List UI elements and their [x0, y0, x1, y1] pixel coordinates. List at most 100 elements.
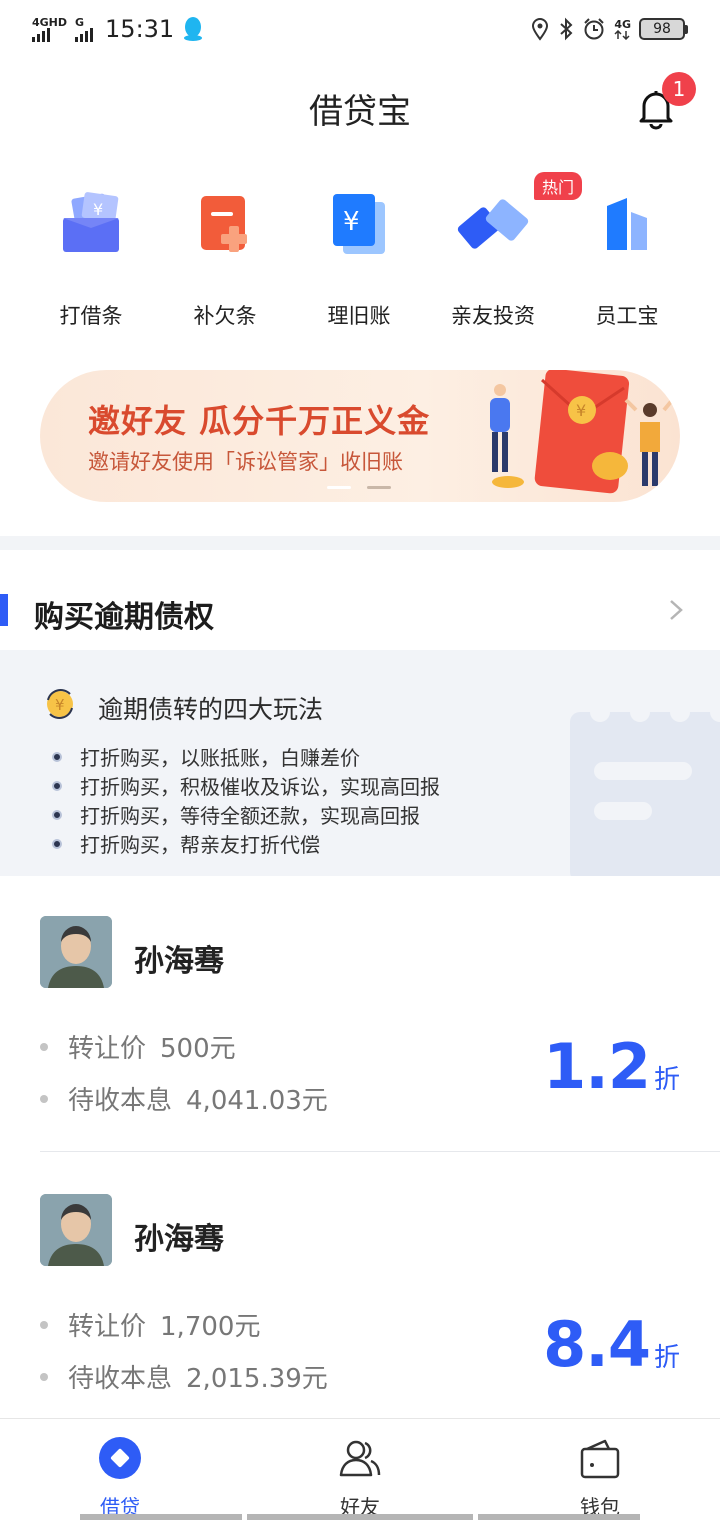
discount-unit: 折	[653, 1343, 680, 1373]
receivable-value: 4,041.03元	[186, 1086, 328, 1116]
overdue-debt-section-header[interactable]: 购买逾期债权	[0, 570, 720, 650]
signal-bars-icon	[75, 27, 94, 42]
section-accent-bar	[0, 594, 8, 626]
red-envelope-illustration-icon: ¥	[490, 370, 676, 494]
friends-icon	[339, 1440, 381, 1477]
lending-icon	[99, 1437, 141, 1479]
qq-penguin-icon	[184, 17, 203, 41]
banner-subtitle: 邀请好友使用「诉讼管家」收旧账	[88, 450, 403, 474]
quick-action-label: 员工宝	[595, 304, 659, 328]
status-bar: 4GHD G 15:31 4G 98	[0, 0, 720, 58]
debtor-name: 孙海骞	[134, 1222, 224, 1257]
decorative-receipt-icon	[570, 702, 720, 876]
battery-level: 98	[639, 18, 685, 40]
quick-action-old-accounts[interactable]: ¥ 理旧账	[292, 174, 426, 330]
network-label-3: 4G	[614, 17, 631, 31]
quick-action-employee[interactable]: 员工宝	[560, 174, 694, 330]
bullet-icon	[40, 1320, 48, 1329]
guide-item-text: 打折购买，帮亲友打折代偿	[80, 833, 320, 857]
section-separator	[0, 536, 720, 550]
banner-pager	[327, 486, 391, 489]
portrait-avatar-icon	[40, 916, 112, 988]
bullet-icon	[52, 838, 62, 849]
nav-tab-wallet[interactable]: 钱包	[480, 1419, 720, 1520]
svg-text:¥: ¥	[576, 401, 586, 420]
discount-value: 8.4	[543, 1308, 651, 1381]
guide-title: 逾期债转的四大玩法	[98, 695, 324, 724]
alarm-icon	[584, 18, 605, 40]
location-icon	[532, 18, 549, 41]
portrait-avatar-icon	[40, 1194, 112, 1266]
banner-title: 邀好友 瓜分千万正义金	[88, 402, 431, 440]
network-label-2: G	[75, 15, 85, 29]
employee-chart-icon	[607, 198, 647, 250]
promo-banner[interactable]: 邀好友 瓜分千万正义金 邀请好友使用「诉讼管家」收旧账 ¥	[40, 370, 680, 502]
guide-item: 打折购买，积极催收及诉讼，实现高回报	[52, 771, 440, 800]
discount-value: 1.2	[543, 1030, 651, 1103]
transfer-price-row: 转让价 500元	[40, 1028, 236, 1065]
bullet-icon	[52, 751, 62, 762]
guide-item-text: 打折购买，以账抵账，白赚差价	[80, 746, 360, 770]
receivable-label: 待收本息	[68, 1364, 173, 1394]
nav-tab-friends[interactable]: 好友	[240, 1419, 480, 1520]
guide-item: 打折购买，等待全额还款，实现高回报	[52, 800, 440, 829]
pager-dot-active	[327, 486, 351, 489]
transfer-price-label: 转让价	[68, 1034, 147, 1064]
notification-badge: 1	[662, 72, 696, 106]
transfer-price-label: 转让价	[68, 1312, 147, 1342]
handshake-icon	[457, 199, 529, 249]
debt-card[interactable]: 孙海骞 转让价 1,700元 待收本息 2,015.39元 8.4 折	[0, 1154, 720, 1430]
nav-tab-lending[interactable]: 借贷	[0, 1419, 240, 1520]
supplement-note-icon	[201, 196, 247, 252]
network-label-1: 4GHD	[32, 15, 68, 29]
svg-text:¥: ¥	[343, 207, 360, 237]
svg-text:¥: ¥	[55, 696, 65, 714]
svg-text:¥: ¥	[93, 200, 103, 219]
transfer-price-value: 500元	[160, 1034, 236, 1064]
bluetooth-icon	[560, 17, 573, 41]
app-header: 借贷宝	[0, 58, 720, 158]
quick-action-label: 打借条	[59, 304, 123, 328]
receivable-label: 待收本息	[68, 1086, 173, 1116]
quick-actions: ¥ 打借条 补欠条 ¥ 理旧账 热门 亲友投资 员工宝	[0, 172, 720, 334]
transfer-price-value: 1,700元	[160, 1312, 261, 1342]
gesture-bar	[247, 1514, 473, 1520]
battery-icon: 98	[639, 18, 688, 40]
page-title: 借贷宝	[309, 92, 411, 132]
bullet-icon	[40, 1042, 48, 1051]
chevron-right-icon[interactable]	[666, 598, 686, 622]
guide-list: 打折购买，以账抵账，白赚差价 打折购买，积极催收及诉讼，实现高回报 打折购买，等…	[52, 742, 440, 858]
guide-item: 打折购买，以账抵账，白赚差价	[52, 742, 440, 771]
gesture-bar	[478, 1514, 640, 1520]
quick-action-label: 补欠条	[193, 304, 257, 328]
quick-action-label: 亲友投资	[451, 304, 535, 328]
signal-g: G	[75, 15, 94, 42]
avatar	[40, 1194, 112, 1266]
receivable-row: 待收本息 2,015.39元	[40, 1358, 328, 1395]
bullet-icon	[52, 780, 62, 791]
iou-wallet-icon: ¥	[63, 192, 119, 252]
avatar	[40, 916, 112, 988]
gesture-bar	[80, 1514, 242, 1520]
quick-action-supplement[interactable]: 补欠条	[158, 174, 292, 330]
signal-4g-secondary: 4G	[614, 19, 631, 40]
clock: 15:31	[105, 15, 175, 43]
discount-rate: 8.4 折	[543, 1308, 680, 1381]
card-divider	[40, 1151, 720, 1152]
status-right: 4G 98	[530, 17, 688, 41]
play-guide-box: ¥ 逾期债转的四大玩法 打折购买，以账抵账，白赚差价 打折购买，积极催收及诉讼，…	[0, 650, 720, 876]
bullet-icon	[40, 1094, 48, 1103]
guide-item-text: 打折购买，等待全额还款，实现高回报	[80, 804, 420, 828]
receivable-value: 2,015.39元	[186, 1364, 328, 1394]
debtor-name: 孙海骞	[134, 944, 224, 979]
quick-action-iou[interactable]: ¥ 打借条	[24, 174, 158, 330]
quick-action-friend-invest[interactable]: 热门 亲友投资	[426, 172, 582, 330]
transfer-price-row: 转让价 1,700元	[40, 1306, 260, 1343]
debt-card[interactable]: 孙海骞 转让价 500元 待收本息 4,041.03元 1.2 折	[0, 876, 720, 1152]
discount-rate: 1.2 折	[543, 1030, 680, 1103]
old-accounts-icon: ¥	[333, 194, 385, 254]
signal-bars-icon	[32, 27, 50, 42]
data-arrows-icon	[614, 29, 630, 40]
signal-4g-hd: 4GHD	[32, 17, 67, 42]
guide-item: 打折购买，帮亲友打折代偿	[52, 829, 440, 858]
